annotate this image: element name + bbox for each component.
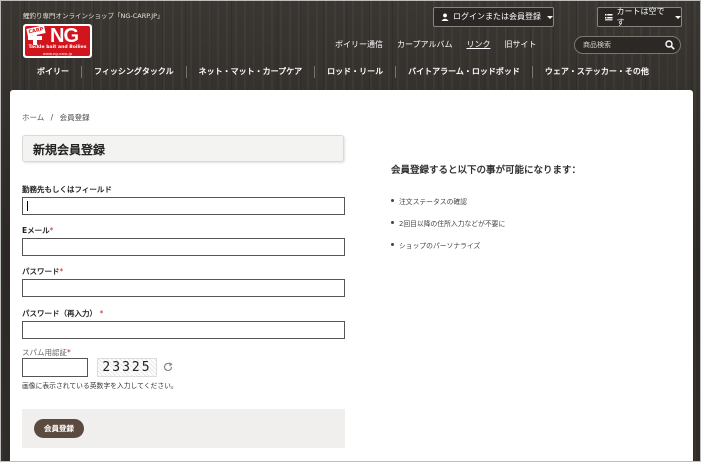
workplace-field[interactable]: [22, 197, 345, 215]
page-frame: 鯉釣り専門オンラインショップ「NG-CARP.JP」 CARP NG Tackl…: [0, 0, 701, 462]
cart-button[interactable]: カートは空です: [597, 7, 682, 27]
main-nav: ボイリー フィッシングタックル ネット・マット・カープケア ロッド・リール バイ…: [23, 63, 681, 81]
spam-verification-label: スパム用認証*: [22, 348, 71, 357]
top-link-boilie-news[interactable]: ボイリー通信: [335, 39, 383, 50]
email-label: Eメール*: [22, 226, 54, 235]
benefits-title: 会員登録すると以下の事が可能になります：: [391, 165, 582, 176]
top-links: ボイリー通信 カープアルバム リンク 旧サイト: [335, 39, 550, 50]
required-mark: *: [99, 309, 104, 318]
register-button[interactable]: 会員登録: [34, 419, 84, 438]
nav-item-rod-reel[interactable]: ロッド・リール: [315, 66, 397, 78]
breadcrumb-home[interactable]: ホーム: [22, 113, 44, 122]
cart-label: カートは空です: [616, 7, 665, 27]
required-mark: *: [67, 348, 71, 357]
login-register-label: ログインまたは会員登録: [453, 12, 541, 21]
cart-list-icon: [605, 14, 613, 21]
password-label: パスワード*: [22, 267, 64, 276]
nav-item-net-mat-carpcare[interactable]: ネット・マット・カープケア: [187, 66, 316, 78]
nav-item-fishing-tackle[interactable]: フィッシングタックル: [82, 66, 187, 78]
breadcrumb: ホーム / 会員登録: [22, 112, 90, 123]
user-icon: [441, 13, 449, 21]
logo-url: www.ng-carp.jp: [42, 51, 73, 56]
search-input[interactable]: 商品検索: [583, 40, 611, 50]
breadcrumb-current: 会員登録: [59, 113, 90, 122]
search-icon[interactable]: [665, 40, 675, 50]
workplace-label: 勤務先もしくはフィールド: [22, 185, 112, 194]
site-logo[interactable]: CARP NG Tackle bait and Boilies www.ng-c…: [23, 24, 92, 58]
list-item: ショップのパーソナライズ: [391, 240, 505, 250]
required-mark: *: [49, 226, 54, 235]
breadcrumb-separator: /: [50, 113, 54, 122]
email-field[interactable]: [22, 238, 345, 256]
list-item: 2回目以降の住所入力などが不要に: [391, 218, 505, 228]
main-content: ホーム / 会員登録 新規会員登録 勤務先もしくはフィールド Eメール* パスワ…: [10, 90, 693, 461]
list-item: 注文ステータスの確認: [391, 196, 505, 206]
page-title: 新規会員登録: [33, 143, 106, 157]
page-title-box: 新規会員登録: [22, 135, 344, 162]
top-link-carp-album[interactable]: カープアルバム: [397, 39, 452, 50]
nav-item-wear-sticker-other[interactable]: ウェア・ステッカー・その他: [533, 66, 661, 78]
top-link-links[interactable]: リンク: [466, 39, 490, 50]
submit-area: 会員登録: [22, 409, 345, 448]
logo-subtitle: Tackle bait and Boilies: [28, 45, 87, 50]
password-confirm-field[interactable]: [22, 321, 345, 339]
login-register-button[interactable]: ログインまたは会員登録: [433, 7, 554, 27]
site-tagline: 鯉釣り専門オンラインショップ「NG-CARP.JP」: [23, 12, 164, 20]
required-mark: *: [59, 267, 64, 276]
captcha-hint: 画像に表示されている英数字を入力してください。: [22, 382, 178, 390]
nav-item-bite-alarm-rodpod[interactable]: バイトアラーム・ロッドポッド: [396, 66, 533, 78]
benefits-list: 注文ステータスの確認 2回目以降の住所入力などが不要に ショップのパーソナライズ: [391, 196, 505, 262]
chevron-down-icon: [675, 15, 681, 19]
nav-item-boilie[interactable]: ボイリー: [23, 66, 82, 78]
captcha-image: 23325: [97, 358, 157, 377]
chevron-down-icon: [547, 15, 553, 19]
refresh-icon[interactable]: [163, 362, 173, 372]
top-link-old-site[interactable]: 旧サイト: [504, 39, 536, 50]
search-box[interactable]: 商品検索: [574, 36, 681, 54]
captcha-input[interactable]: [22, 358, 88, 377]
password-confirm-label: パスワード（再入力） *: [22, 309, 104, 318]
password-field[interactable]: [22, 279, 345, 297]
